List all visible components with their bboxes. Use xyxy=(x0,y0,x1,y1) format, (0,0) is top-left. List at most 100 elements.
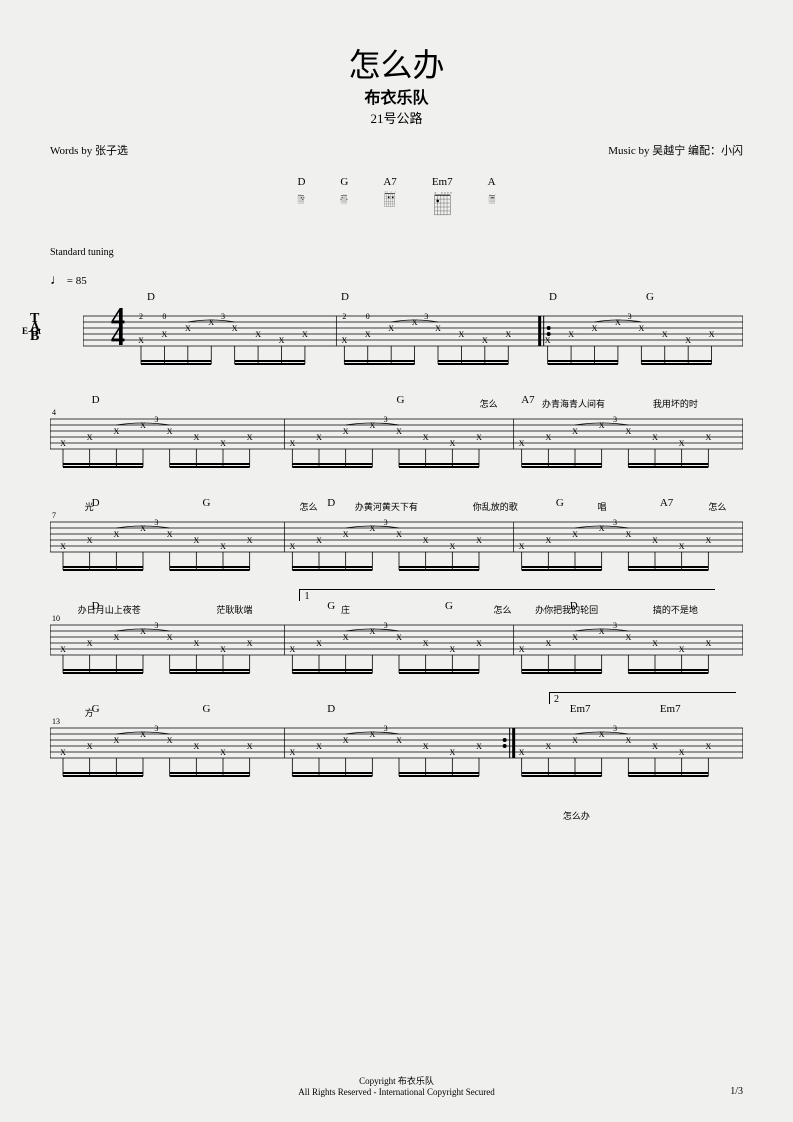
svg-text:3: 3 xyxy=(154,724,158,733)
svg-text:X: X xyxy=(476,536,482,545)
tab-system: DGA743XXXXXXXX3XXXXXXXX3XXXXXXXX光怎么办黄河黄天… xyxy=(50,407,743,482)
tab-system: DGGD1103XXXXXXXX3XXXXXXXX3XXXXXXXX方 xyxy=(50,613,743,688)
chord-symbol: D xyxy=(147,291,155,303)
chord-symbol: D xyxy=(92,600,100,612)
svg-text:o: o xyxy=(495,194,496,196)
tempo-note-icon: ♩ xyxy=(50,273,64,288)
svg-text:X: X xyxy=(316,433,322,442)
svg-text:X: X xyxy=(140,524,146,533)
svg-text:X: X xyxy=(572,736,578,745)
svg-text:X: X xyxy=(193,639,199,648)
svg-text:X: X xyxy=(572,530,578,539)
svg-text:3: 3 xyxy=(384,518,388,527)
svg-text:X: X xyxy=(705,536,711,545)
svg-text:X: X xyxy=(625,530,631,539)
svg-text:X: X xyxy=(423,536,429,545)
svg-text:x: x xyxy=(385,192,386,194)
svg-text:X: X xyxy=(113,736,119,745)
svg-text:X: X xyxy=(365,330,371,339)
svg-text:X: X xyxy=(482,336,488,345)
svg-text:3: 3 xyxy=(384,415,388,424)
svg-text:X: X xyxy=(435,324,441,333)
chord-name: D xyxy=(297,176,305,188)
svg-text:3: 3 xyxy=(613,518,617,527)
tab-system: GGDEm7Em72133XXXXXXXX3XXXXXXXX3XXXXXXXX怎… xyxy=(50,716,743,791)
svg-text:X: X xyxy=(343,633,349,642)
svg-text:X: X xyxy=(396,633,402,642)
svg-text:o: o xyxy=(391,192,392,194)
chord-symbol: G xyxy=(202,703,210,715)
svg-text:X: X xyxy=(343,530,349,539)
svg-text:X: X xyxy=(652,536,658,545)
svg-text:X: X xyxy=(568,330,574,339)
svg-text:X: X xyxy=(705,639,711,648)
svg-text:2: 2 xyxy=(342,312,346,321)
svg-text:X: X xyxy=(625,736,631,745)
chord-diagrams: D xxo G ooo A7 xyxy=(50,176,743,222)
svg-text:X: X xyxy=(599,730,605,739)
svg-text:13: 13 xyxy=(52,717,60,726)
chord-symbol: G xyxy=(445,600,453,612)
svg-text:X: X xyxy=(140,421,146,430)
svg-text:X: X xyxy=(247,433,253,442)
chord-grid-icon: ooooo xyxy=(432,191,453,217)
chord-diagram: A7 xooo xyxy=(383,176,396,222)
tab-system: DGDGA773XXXXXXXX3XXXXXXXX3XXXXXXXX办日月山上夜… xyxy=(50,510,743,585)
tempo-value: = 85 xyxy=(67,275,87,287)
svg-text:3: 3 xyxy=(613,724,617,733)
svg-text:X: X xyxy=(220,439,226,448)
svg-text:X: X xyxy=(113,427,119,436)
svg-text:X: X xyxy=(138,336,144,345)
svg-text:X: X xyxy=(459,330,465,339)
svg-text:X: X xyxy=(652,639,658,648)
chord-symbol: A7 xyxy=(521,394,534,406)
svg-text:X: X xyxy=(449,645,455,654)
svg-text:X: X xyxy=(572,427,578,436)
svg-text:X: X xyxy=(162,330,168,339)
svg-text:3: 3 xyxy=(154,621,158,630)
svg-text:X: X xyxy=(341,336,347,345)
chord-name: Em7 xyxy=(432,176,453,188)
tab-staff: 73XXXXXXXX3XXXXXXXX3XXXXXXXX xyxy=(50,510,743,585)
svg-text:X: X xyxy=(519,748,525,757)
svg-text:3: 3 xyxy=(384,724,388,733)
svg-text:o: o xyxy=(444,191,446,195)
svg-text:X: X xyxy=(423,639,429,648)
song-title: 怎么办 xyxy=(50,40,743,86)
svg-text:X: X xyxy=(316,742,322,751)
svg-text:X: X xyxy=(220,748,226,757)
svg-text:X: X xyxy=(255,330,261,339)
tab-system: E-GtTABDDDG44203XXXXXXXX203XXXXXXXX3XXXX… xyxy=(50,304,743,379)
svg-text:X: X xyxy=(519,542,525,551)
svg-text:X: X xyxy=(709,330,715,339)
svg-text:X: X xyxy=(545,742,551,751)
svg-text:X: X xyxy=(705,433,711,442)
svg-text:10: 10 xyxy=(52,614,60,623)
svg-text:X: X xyxy=(87,639,93,648)
svg-text:X: X xyxy=(289,645,295,654)
svg-text:X: X xyxy=(369,730,375,739)
svg-text:X: X xyxy=(396,427,402,436)
svg-text:X: X xyxy=(87,433,93,442)
words-credit: Words by 张子选 xyxy=(50,142,128,158)
copyright-line: All Rights Reserved - International Copy… xyxy=(0,1087,793,1097)
svg-text:X: X xyxy=(343,736,349,745)
svg-text:X: X xyxy=(279,336,285,345)
tab-staff: 43XXXXXXXX3XXXXXXXX3XXXXXXXX xyxy=(50,407,743,482)
chord-symbol: D xyxy=(341,291,349,303)
svg-text:X: X xyxy=(193,536,199,545)
chord-diagram: D xxo xyxy=(297,176,305,222)
svg-text:X: X xyxy=(449,542,455,551)
svg-text:X: X xyxy=(449,439,455,448)
tab-staff: 44203XXXXXXXX203XXXXXXXX3XXXXXXXX xyxy=(83,304,743,379)
chord-symbol: D xyxy=(92,497,100,509)
lyric-text: 怎么办 xyxy=(563,809,590,822)
ending-bracket: 2 xyxy=(549,692,736,704)
svg-text:X: X xyxy=(615,318,621,327)
svg-text:X: X xyxy=(705,742,711,751)
album-name: 21号公路 xyxy=(50,108,743,127)
svg-text:X: X xyxy=(316,536,322,545)
svg-text:X: X xyxy=(679,439,685,448)
svg-text:o: o xyxy=(441,191,443,195)
chord-diagram: A xoo xyxy=(488,176,496,222)
